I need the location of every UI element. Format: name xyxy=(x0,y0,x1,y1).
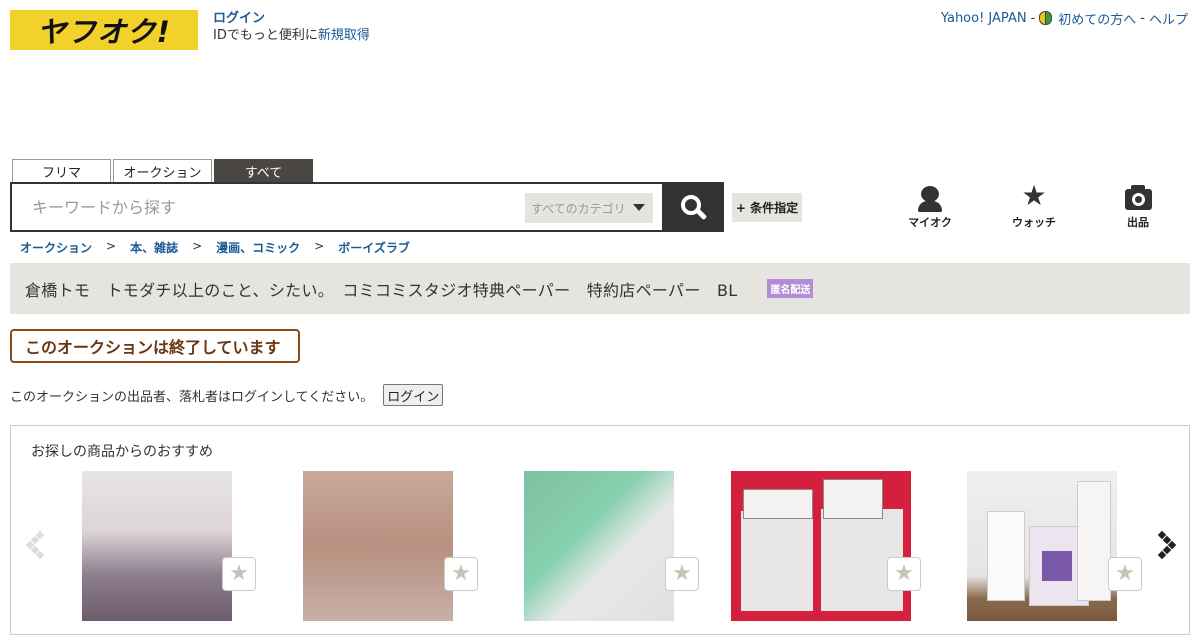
help-link[interactable]: ヘルプ xyxy=(1149,9,1188,28)
watch-list-button[interactable]: ★ ウォッチ xyxy=(1004,179,1064,230)
category-select[interactable]: すべてのカテゴリ xyxy=(525,193,653,223)
id-promo: IDでもっと便利に新規取得 xyxy=(213,27,370,44)
star-glyph: ★ xyxy=(1021,179,1047,212)
sell-label: 出品 xyxy=(1127,216,1149,229)
tab-all[interactable]: すべて xyxy=(214,159,313,182)
auction-ended-notice: このオークションは終了しています xyxy=(10,329,300,363)
recommendation-title: お探しの商品からのおすすめ xyxy=(31,444,213,460)
carousel-prev-icon[interactable] xyxy=(23,529,45,561)
sell-button[interactable]: 出品 xyxy=(1108,184,1168,230)
search-tabs: フリマ オークション すべて xyxy=(12,159,313,182)
header-links: Yahoo! JAPAN - 初めての方へ - ヘルプ xyxy=(941,9,1188,28)
condition-button[interactable]: + 条件指定 xyxy=(732,193,802,222)
beginner-mark-icon xyxy=(1039,11,1053,26)
yahoo-japan-link[interactable]: Yahoo! JAPAN xyxy=(941,11,1027,26)
item-thumbnail[interactable] xyxy=(731,471,911,621)
breadcrumb: オークション > 本、雑誌 > 漫画、コミック > ボーイズラブ xyxy=(20,239,410,256)
item-thumbnail[interactable] xyxy=(82,471,232,621)
search-button[interactable] xyxy=(662,182,724,232)
recommendation-panel: お探しの商品からのおすすめ ★ ★ ★ ★ ★ xyxy=(10,425,1190,635)
beginner-link[interactable]: 初めての方へ xyxy=(1058,9,1136,28)
breadcrumb-item[interactable]: 漫画、コミック xyxy=(216,239,300,256)
item-title-bar: 倉橋トモ トモダチ以上のこと、シたい。 コミコミスタジオ特典ペーパー 特約店ペー… xyxy=(10,263,1190,314)
search-box: すべてのカテゴリ xyxy=(10,182,664,232)
myauction-label: マイオク xyxy=(908,216,952,229)
watch-star-icon[interactable]: ★ xyxy=(222,557,256,591)
search-input[interactable] xyxy=(32,196,512,218)
login-button[interactable]: ログイン xyxy=(383,384,444,406)
tab-auction[interactable]: オークション xyxy=(113,159,212,182)
breadcrumb-item[interactable]: ボーイズラブ xyxy=(338,239,410,256)
login-note-text: このオークションの出品者、落札者はログインしてください。 xyxy=(10,389,374,405)
watch-star-icon[interactable]: ★ xyxy=(887,557,921,591)
item-thumbnail[interactable] xyxy=(524,471,674,621)
breadcrumb-separator: > xyxy=(192,239,203,253)
search-icon-handle xyxy=(695,208,708,221)
category-select-label: すべてのカテゴリ xyxy=(531,201,626,216)
logo-text: ヤフオク! xyxy=(37,15,171,49)
login-block: ログイン IDでもっと便利に新規取得 xyxy=(213,10,370,44)
item-title: 倉橋トモ トモダチ以上のこと、シたい。 コミコミスタジオ特典ペーパー 特約店ペー… xyxy=(25,280,738,300)
watch-label: ウォッチ xyxy=(1012,216,1056,229)
carousel-next-icon[interactable] xyxy=(1155,529,1177,561)
id-promo-text: IDでもっと便利に xyxy=(213,28,318,43)
star-icon: ★ xyxy=(1004,179,1064,212)
caret-down-icon xyxy=(633,204,645,211)
login-link[interactable]: ログイン xyxy=(213,10,370,27)
breadcrumb-item[interactable]: 本、雑誌 xyxy=(130,239,178,256)
camera-icon xyxy=(1108,184,1168,212)
tab-furima[interactable]: フリマ xyxy=(12,159,111,182)
separator: - xyxy=(1030,11,1036,26)
watch-star-icon[interactable]: ★ xyxy=(444,557,478,591)
anonymous-shipping-badge: 匿名配送 xyxy=(767,279,814,298)
signup-link[interactable]: 新規取得 xyxy=(318,28,370,43)
person-icon xyxy=(900,184,960,212)
item-thumbnail[interactable] xyxy=(303,471,453,621)
watch-star-icon[interactable]: ★ xyxy=(1108,557,1142,591)
breadcrumb-separator: > xyxy=(106,239,117,253)
breadcrumb-item[interactable]: オークション xyxy=(20,239,92,256)
login-note: このオークションの出品者、落札者はログインしてください。 ログイン xyxy=(10,384,444,406)
separator: - xyxy=(1140,11,1145,26)
watch-star-icon[interactable]: ★ xyxy=(665,557,699,591)
breadcrumb-separator: > xyxy=(314,239,325,253)
yahuoku-logo[interactable]: ヤフオク! xyxy=(10,10,198,50)
myauction-button[interactable]: マイオク xyxy=(900,184,960,230)
item-thumbnail[interactable] xyxy=(967,471,1117,621)
